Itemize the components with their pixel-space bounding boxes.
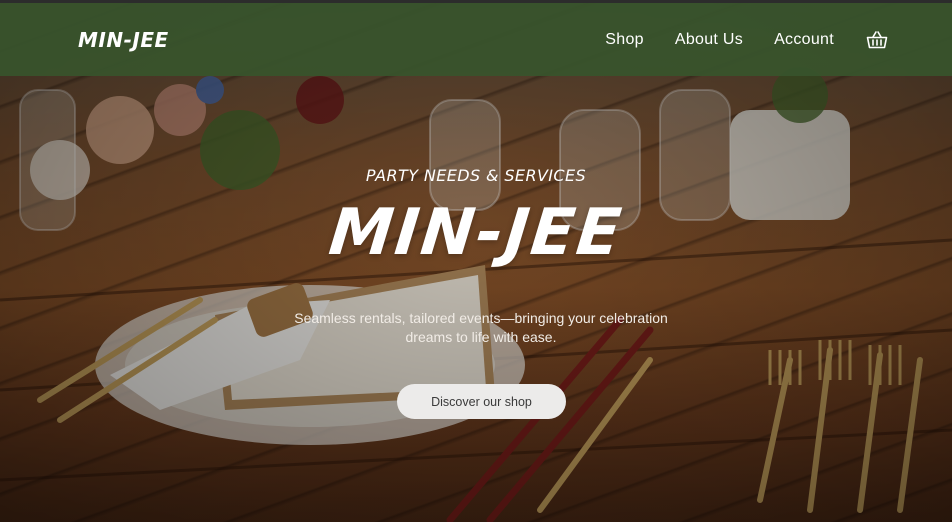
discover-shop-button[interactable]: Discover our shop xyxy=(397,384,566,419)
hero-tagline: PARTY NEEDS & SERVICES xyxy=(365,166,587,185)
hero-description: Seamless rentals, tailored events—bringi… xyxy=(294,310,668,345)
hero-title: MIN-JEE xyxy=(325,196,627,270)
hero-section: PARTY NEEDS & SERVICES MIN-JEE Seamless … xyxy=(0,0,952,522)
